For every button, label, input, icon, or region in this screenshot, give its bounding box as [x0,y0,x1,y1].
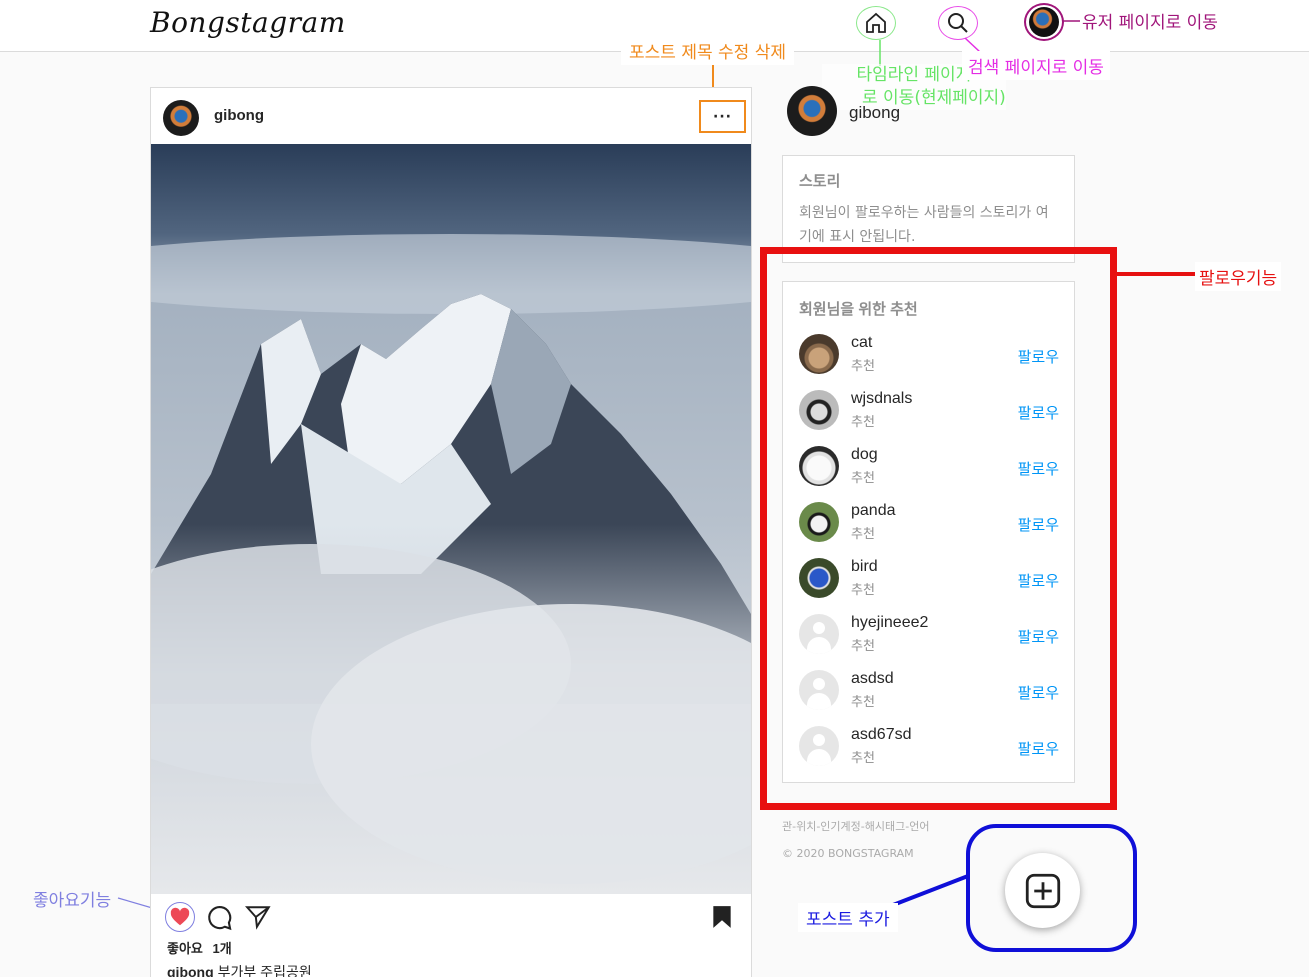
likes-number: 1개 [212,941,232,956]
mountain-photo [151,144,751,894]
annotation-user: 유저 페이지로 이동 [1082,13,1218,33]
footer-copyright: © 2020 BONGSTAGRAM [782,847,914,860]
plus-square-icon [1025,873,1060,908]
caption-text: 부가부 주립공원 [217,964,312,977]
post-card: gibong ··· 좋아요 1개 gibong 부가부 주립공원 [150,87,752,977]
likes-count: 좋아요 1개 [167,938,232,957]
bookmark-icon [713,906,731,928]
story-empty-text: 회원님이 팔로우하는 사람들의 스토리가 여기에 표시 안됩니다. [799,205,1049,245]
add-post-button[interactable] [1005,853,1080,928]
sidebar-profile-name[interactable]: gibong [849,103,900,123]
share-button[interactable] [244,904,273,932]
post-caption: gibong 부가부 주립공원 [167,962,312,977]
post-author-name[interactable]: gibong [214,107,264,124]
post-more-button[interactable]: ··· [699,100,746,133]
likes-label: 좋아요 [167,941,203,956]
annotation-post-edit: 포스트 제목 수정 삭제 [621,36,794,65]
annotation-add-post: 포스트 추가 [798,903,898,932]
bookmark-button[interactable] [709,904,737,932]
follow-feature-highlight [760,247,1117,810]
like-button[interactable] [165,902,195,932]
comment-icon [208,906,232,931]
heart-icon [170,907,190,926]
annotation-like: 좋아요기능 [33,891,112,911]
share-icon [244,906,271,930]
annotation-follow: 팔로우기능 [1195,262,1282,291]
sidebar-profile-avatar[interactable] [787,86,837,136]
annotation-search: 검색 페이지로 이동 [962,51,1110,80]
comment-button[interactable] [205,904,233,932]
post-author-avatar[interactable] [163,100,199,136]
post-image [151,144,751,894]
story-title: 스토리 [799,173,841,190]
caption-author[interactable]: gibong [167,964,214,977]
post-header: gibong ··· [151,88,751,144]
post-actions [151,894,751,938]
